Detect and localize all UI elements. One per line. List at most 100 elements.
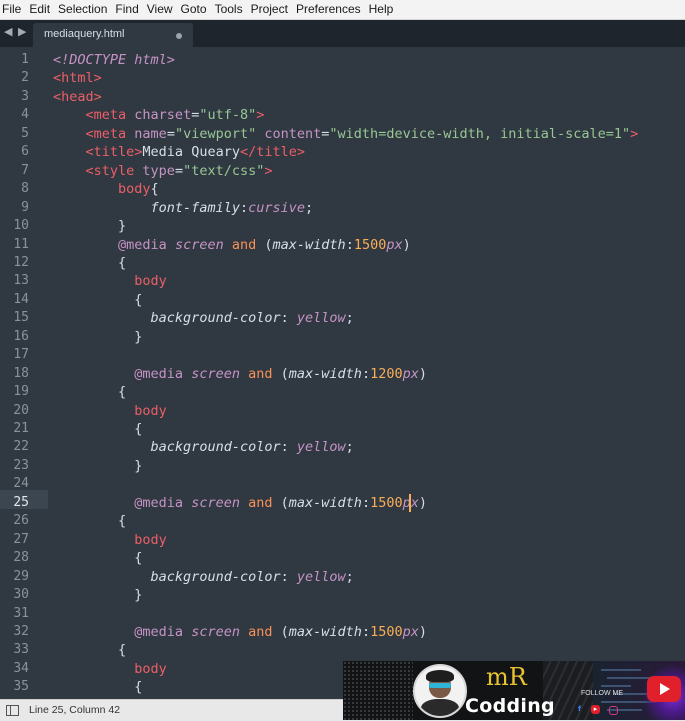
code-token: ): [402, 236, 411, 253]
code-line[interactable]: {: [53, 420, 142, 438]
code-line[interactable]: }: [53, 217, 126, 235]
code-line[interactable]: <meta charset="utf-8">: [53, 106, 265, 124]
line-number: 11: [13, 236, 29, 252]
code-line[interactable]: @media screen and (max-width:1500px): [53, 236, 411, 254]
code-token: =: [166, 125, 175, 142]
code-token: <head>: [53, 88, 102, 105]
youtube-icon: ▸: [591, 705, 600, 714]
code-line[interactable]: {: [53, 291, 142, 309]
code-line[interactable]: @media screen and (max-width:1200px): [53, 365, 427, 383]
code-token: {: [53, 550, 143, 567]
code-token: max-width: [272, 236, 346, 253]
code-line[interactable]: <style type="text/css">: [53, 162, 273, 180]
code-token: {: [53, 421, 143, 437]
code-line[interactable]: {: [53, 254, 126, 272]
menu-item-view[interactable]: View: [143, 0, 177, 19]
code-token: {: [53, 642, 127, 659]
code-line[interactable]: background-color: yellow;: [53, 309, 354, 327]
code-line[interactable]: }: [53, 457, 142, 475]
code-token: @media: [134, 623, 184, 640]
code-token: =: [174, 162, 184, 179]
menu-item-help[interactable]: Help: [365, 0, 398, 19]
menu-item-preferences[interactable]: Preferences: [292, 0, 365, 19]
code-line[interactable]: }: [53, 586, 142, 604]
menu-item-edit[interactable]: Edit: [25, 0, 54, 19]
brand-name: Codding: [465, 695, 555, 717]
code-token: type: [142, 162, 175, 179]
code-token: <title>: [85, 144, 143, 161]
code-token: max-width: [288, 623, 362, 640]
line-number: 9: [21, 199, 29, 215]
code-line[interactable]: {: [53, 383, 126, 401]
menu-item-tools[interactable]: Tools: [211, 0, 247, 19]
panel-toggle-icon[interactable]: [6, 705, 19, 716]
code-editor[interactable]: 1 2 3 4 5 6 7 8 9 10 11 12 13 14 15 16 17 18 19 20 21 22 23 24 2…: [0, 47, 685, 699]
tab-nav-arrows-icon[interactable]: ◀ ▶: [4, 25, 27, 38]
code-token: px: [402, 365, 419, 382]
code-line[interactable]: {: [53, 512, 126, 530]
code-token: yellow: [296, 439, 346, 456]
code-token: screen: [174, 236, 224, 253]
code-token: <meta: [85, 107, 135, 124]
code-token: screen: [191, 494, 240, 511]
code-token: (: [256, 236, 273, 253]
code-line[interactable]: {: [53, 641, 126, 659]
tab-label: mediaquery.html: [44, 28, 125, 40]
code-line[interactable]: <meta name="viewport" content="width=dev…: [53, 125, 639, 143]
code-line[interactable]: <head>: [53, 88, 102, 106]
line-number: 12: [13, 254, 29, 270]
code-token: }: [53, 328, 143, 345]
code-token: content: [264, 125, 322, 142]
code-line[interactable]: body{: [53, 180, 159, 198]
menu-item-goto[interactable]: Goto: [177, 0, 211, 19]
menu-item-file[interactable]: File: [0, 0, 25, 19]
code-line[interactable]: @media screen and (max-width:1500px): [53, 623, 427, 641]
code-line[interactable]: body: [53, 531, 167, 549]
line-number: 31: [13, 605, 29, 621]
code-line[interactable]: body: [53, 402, 167, 420]
tab-mediaquery-html[interactable]: mediaquery.html: [33, 23, 193, 47]
code-token: {: [53, 384, 127, 401]
code-line[interactable]: <title>Media Queary</title>: [53, 143, 305, 161]
code-line[interactable]: }: [53, 328, 142, 346]
code-token: >: [630, 125, 639, 142]
menu-item-selection[interactable]: Selection: [54, 0, 111, 19]
code-token: 1500: [370, 494, 403, 511]
facebook-icon: f: [577, 705, 582, 713]
code-token: and: [248, 494, 273, 511]
code-line[interactable]: {: [53, 678, 142, 696]
code-token: {: [53, 291, 143, 308]
line-number: 33: [13, 642, 29, 658]
code-line[interactable]: body: [53, 660, 167, 678]
code-line[interactable]: background-color: yellow;: [53, 568, 354, 586]
line-number: 17: [13, 347, 29, 363]
menu-bar: File Edit Selection Find View Goto Tools Projec…: [0, 0, 685, 20]
code-line[interactable]: <html>: [53, 69, 102, 87]
code-token: (: [272, 623, 289, 640]
code-token: 1500: [370, 623, 403, 640]
menu-item-project[interactable]: Project: [247, 0, 292, 19]
line-number: 26: [13, 513, 29, 529]
code-token: background-color: [150, 568, 281, 585]
code-token: body: [134, 402, 167, 419]
code-token: ): [418, 494, 427, 511]
code-line[interactable]: background-color: yellow;: [53, 438, 354, 456]
unsaved-dot-icon[interactable]: [176, 33, 182, 39]
menu-item-find[interactable]: Find: [111, 0, 142, 19]
code-token: "width=device-width, initial-scale=1": [329, 125, 631, 142]
code-line[interactable]: font-family:cursive;: [53, 199, 314, 217]
code-line[interactable]: <!DOCTYPE html>: [53, 51, 175, 69]
code-line[interactable]: @media screen and (max-width:1500px): [53, 494, 427, 512]
code-line[interactable]: body: [53, 272, 167, 290]
line-number: 13: [13, 273, 29, 289]
code-token: @media: [134, 494, 184, 511]
line-number: 27: [13, 531, 29, 547]
code-token: cursive: [248, 199, 305, 216]
code-line[interactable]: {: [53, 549, 142, 567]
